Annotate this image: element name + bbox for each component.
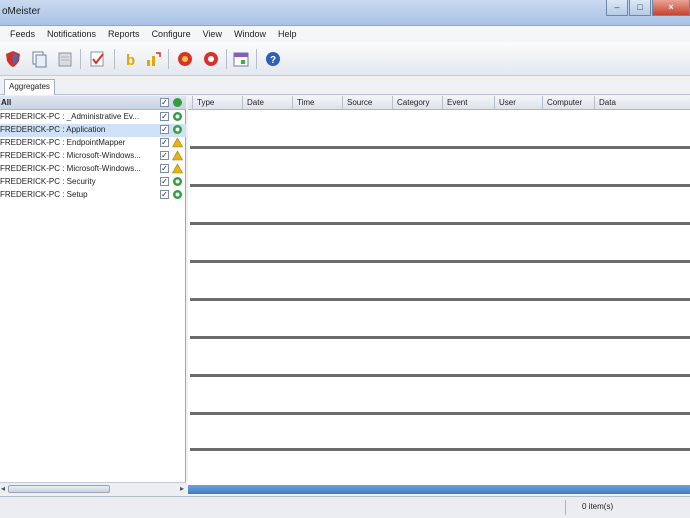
minimize-button[interactable]: – (606, 0, 628, 16)
status-bar: 0 item(s) (0, 496, 690, 518)
toolbar-separator (114, 49, 115, 69)
check-list-icon[interactable] (88, 50, 106, 68)
feed-row[interactable]: FREDERICK-PC : Microsoft-Windows... ✓ (0, 150, 186, 163)
chart-arrow-icon[interactable] (144, 50, 162, 68)
feed-checkbox[interactable]: ✓ (160, 164, 169, 173)
status-warning-icon (172, 150, 183, 161)
status-ok-icon (173, 190, 182, 199)
window-controls: – □ × (605, 0, 690, 18)
status-warning-icon (172, 163, 183, 174)
feed-row-selected[interactable]: FREDERICK-PC : Application ✓ (0, 124, 186, 137)
feeds-horizontal-scrollbar[interactable]: ◂ ▸ (0, 482, 186, 494)
feed-checkbox[interactable]: ✓ (160, 190, 169, 199)
window-title: oMeister (2, 6, 41, 17)
grid-row-divider (190, 298, 690, 301)
menu-configure[interactable]: Configure (146, 29, 197, 39)
scroll-right-icon[interactable]: ▸ (180, 484, 184, 493)
toolbar-separator (256, 49, 257, 69)
maximize-button[interactable]: □ (629, 0, 651, 16)
stop-circle-icon[interactable] (202, 50, 220, 68)
title-bar: oMeister – □ × (0, 0, 690, 26)
toolbar-separator (168, 49, 169, 69)
col-type[interactable]: Type (192, 96, 242, 110)
feed-checkbox[interactable]: ✓ (160, 151, 169, 160)
menu-view[interactable]: View (197, 29, 228, 39)
feed-row[interactable]: FREDERICK-PC : Security ✓ (0, 176, 186, 189)
shield-icon[interactable] (4, 50, 22, 68)
status-ok-icon (173, 112, 182, 121)
pages-icon[interactable] (56, 50, 74, 68)
close-button[interactable]: × (652, 0, 690, 16)
item-count: 0 item(s) (582, 502, 614, 511)
grid-footer-bar (188, 485, 690, 494)
feed-label: FREDERICK-PC : _Administrative Ev... (0, 112, 139, 121)
status-ok-icon (173, 98, 182, 107)
status-warning-icon (172, 137, 183, 148)
grid-row-divider (190, 336, 690, 339)
stop-red-icon[interactable] (176, 50, 194, 68)
svg-text:b: b (126, 52, 135, 68)
feed-label: FREDERICK-PC : Security (0, 177, 96, 186)
b-icon[interactable]: b (122, 50, 140, 68)
menu-bar: Feeds Notifications Reports Configure Vi… (0, 26, 690, 42)
grid-row-divider (190, 374, 690, 377)
menu-help[interactable]: Help (272, 29, 303, 39)
feed-checkbox[interactable]: ✓ (160, 138, 169, 147)
svg-text:?: ? (270, 55, 276, 66)
status-separator (565, 500, 566, 515)
menu-notifications[interactable]: Notifications (41, 29, 102, 39)
feeds-header: All ✓ (0, 96, 186, 110)
copy-icon[interactable] (30, 50, 48, 68)
feed-row[interactable]: FREDERICK-PC : EndpointMapper ✓ (0, 137, 186, 150)
feed-row[interactable]: FREDERICK-PC : Setup ✓ (0, 189, 186, 202)
toolbar-separator (80, 49, 81, 69)
grid-row-divider (190, 146, 690, 149)
menu-feeds[interactable]: Feeds (4, 29, 41, 39)
feed-label: FREDERICK-PC : Microsoft-Windows... (0, 151, 141, 160)
menu-reports[interactable]: Reports (102, 29, 146, 39)
feeds-header-label: All (1, 98, 12, 107)
col-computer[interactable]: Computer (542, 96, 594, 110)
feed-checkbox[interactable]: ✓ (160, 125, 169, 134)
col-date[interactable]: Date (242, 96, 292, 110)
col-event[interactable]: Event (442, 96, 494, 110)
menu-window[interactable]: Window (228, 29, 272, 39)
feed-row[interactable]: FREDERICK-PC : _Administrative Ev... ✓ (0, 111, 186, 124)
grid-row-divider (190, 412, 690, 415)
feeds-panel: All ✓ FREDERICK-PC : _Administrative Ev.… (0, 96, 186, 494)
tab-strip: Aggregates (0, 77, 690, 95)
events-grid: Type Date Time Source Category Event Use… (188, 96, 690, 494)
grid-row-divider (190, 222, 690, 225)
feed-row[interactable]: FREDERICK-PC : Microsoft-Windows... ✓ (0, 163, 186, 176)
status-ok-icon (173, 125, 182, 134)
scroll-left-icon[interactable]: ◂ (1, 484, 5, 493)
feed-checkbox[interactable]: ✓ (160, 112, 169, 121)
calendar-icon[interactable] (232, 50, 250, 68)
col-data[interactable]: Data (594, 96, 690, 110)
status-ok-icon (173, 177, 182, 186)
tab-aggregates[interactable]: Aggregates (4, 79, 55, 95)
col-user[interactable]: User (494, 96, 542, 110)
grid-row-divider (190, 184, 690, 187)
scrollbar-thumb[interactable] (8, 485, 110, 493)
toolbar-separator (226, 49, 227, 69)
toolbar: b ? (0, 42, 690, 76)
col-category[interactable]: Category (392, 96, 442, 110)
col-source[interactable]: Source (342, 96, 392, 110)
feed-label: FREDERICK-PC : Application (0, 125, 106, 134)
feed-checkbox[interactable]: ✓ (160, 177, 169, 186)
help-icon[interactable]: ? (264, 50, 282, 68)
grid-row-divider (190, 448, 690, 451)
select-all-checkbox[interactable]: ✓ (160, 98, 169, 107)
grid-row-divider (190, 260, 690, 263)
grid-header: Type Date Time Source Category Event Use… (188, 96, 690, 110)
feed-label: FREDERICK-PC : Microsoft-Windows... (0, 164, 141, 173)
col-time[interactable]: Time (292, 96, 342, 110)
feed-label: FREDERICK-PC : EndpointMapper (0, 138, 126, 147)
feed-label: FREDERICK-PC : Setup (0, 190, 88, 199)
